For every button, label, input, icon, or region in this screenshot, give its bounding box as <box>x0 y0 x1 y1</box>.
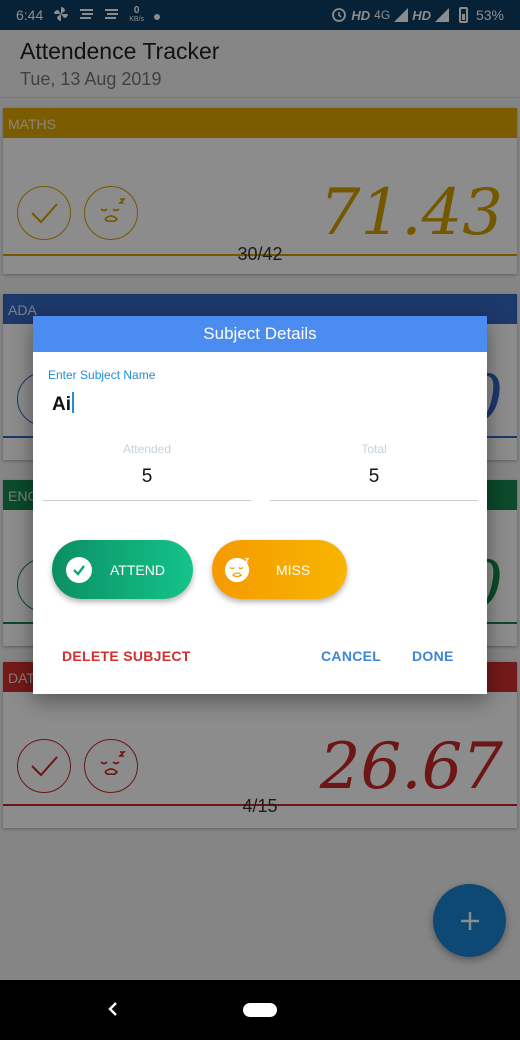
done-button[interactable]: DONE <box>412 648 454 664</box>
subject-name-label: Enter Subject Name <box>48 368 156 382</box>
attended-underline <box>43 500 251 501</box>
miss-label: MISS <box>276 561 311 578</box>
total-underline <box>270 500 478 501</box>
delete-subject-button[interactable]: DELETE SUBJECT <box>62 648 191 664</box>
back-icon[interactable] <box>100 996 126 1022</box>
attended-label: Attended <box>122 442 172 456</box>
subject-details-dialog: Subject Details Enter Subject Name Ai At… <box>33 316 487 694</box>
attend-label: ATTEND <box>110 561 165 578</box>
attended-value[interactable]: 5 <box>43 466 251 488</box>
total-label: Total <box>361 442 387 456</box>
total-value[interactable]: 5 <box>270 466 478 488</box>
dialog-title: Subject Details <box>33 316 487 352</box>
navigation-bar <box>0 980 520 1040</box>
miss-button[interactable]: MISS <box>212 540 347 599</box>
text-cursor <box>72 392 74 413</box>
subject-name-input[interactable]: Ai <box>52 392 74 416</box>
cancel-button[interactable]: CANCEL <box>321 648 381 664</box>
sleepy-face-icon <box>224 557 250 583</box>
subject-name-value: Ai <box>52 394 71 415</box>
check-icon <box>66 556 92 583</box>
attend-button[interactable]: ATTEND <box>52 540 193 599</box>
home-button[interactable] <box>243 1003 277 1017</box>
total-field[interactable]: Total 5 <box>270 442 478 501</box>
attended-field[interactable]: Attended 5 <box>43 442 251 501</box>
